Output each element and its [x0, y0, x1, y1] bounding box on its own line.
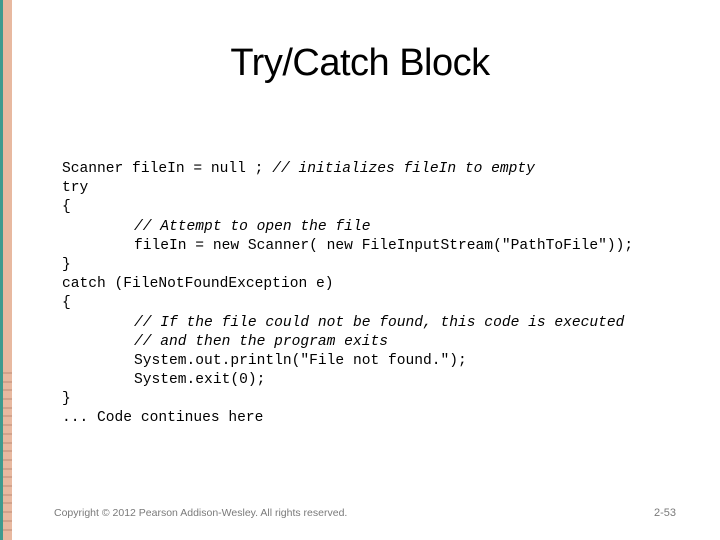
code-line: // If the file could not be found, this … [62, 314, 633, 333]
stripe-decoration-line [3, 398, 12, 400]
stripe-decoration-line [3, 424, 12, 426]
stripe-decoration-line [3, 529, 12, 531]
code-text: ... Code continues here [62, 410, 264, 427]
code-comment: // If the file could not be found, this … [134, 314, 625, 331]
slide-title: Try/Catch Block [230, 42, 490, 84]
stripe-decoration-line [3, 520, 12, 522]
code-line: } [62, 390, 633, 409]
stripe-decoration-line [3, 459, 12, 461]
stripe-decoration-line [3, 415, 12, 417]
code-line: ... Code continues here [62, 409, 633, 428]
code-line: System.out.println("File not found."); [62, 352, 633, 371]
code-line: fileIn = new Scanner( new FileInputStrea… [62, 237, 633, 256]
code-text: fileIn = new Scanner( new FileInputStrea… [134, 237, 634, 254]
code-line: } [62, 256, 633, 275]
code-text: System.out.println("File not found."); [134, 352, 467, 369]
stripe-decoration-line [3, 485, 12, 487]
slide-page-number: 2-53 [654, 507, 677, 519]
code-text: { [62, 199, 71, 216]
code-text: Scanner fileIn = null ; [62, 161, 273, 177]
code-text: try [62, 180, 89, 197]
code-comment: // Attempt to open the file [134, 218, 371, 235]
stripe-decoration-line [3, 476, 12, 478]
code-comment: // and then the program exits [134, 333, 388, 350]
code-line: // and then the program exits [62, 333, 633, 352]
stripe-decoration-line [3, 389, 12, 391]
stripe-decoration-line [3, 502, 12, 504]
stripe-decoration-line [3, 372, 12, 374]
code-line: System.exit(0); [62, 371, 633, 390]
code-line: { [62, 294, 633, 313]
code-text: } [62, 391, 71, 408]
code-text: } [62, 256, 71, 273]
code-line: { [62, 198, 633, 217]
code-line: // Attempt to open the file [62, 218, 633, 237]
footer-copyright: Copyright © 2012 Pearson Addison-Wesley.… [54, 507, 348, 519]
stripe-decoration-line [3, 433, 12, 435]
code-line: catch (FileNotFoundException e) [62, 275, 633, 294]
code-block: Scanner fileIn = null ; // initializes f… [62, 160, 633, 429]
stripe-decoration-line [3, 450, 12, 452]
stripe-decoration-line [3, 442, 12, 444]
stripe-decoration-line [3, 468, 12, 470]
code-line: Scanner fileIn = null ; // initializes f… [62, 160, 633, 179]
code-text: System.exit(0); [134, 372, 266, 389]
code-comment: // initializes fileIn to empty [272, 161, 535, 177]
code-text: catch (FileNotFoundException e) [62, 276, 334, 293]
stripe-decoration-line [3, 494, 12, 496]
stripe-decoration-line [3, 381, 12, 383]
stripe-decoration-line [3, 511, 12, 513]
code-text: { [62, 295, 71, 312]
code-line: try [62, 179, 633, 198]
stripe-decoration-line [3, 407, 12, 409]
